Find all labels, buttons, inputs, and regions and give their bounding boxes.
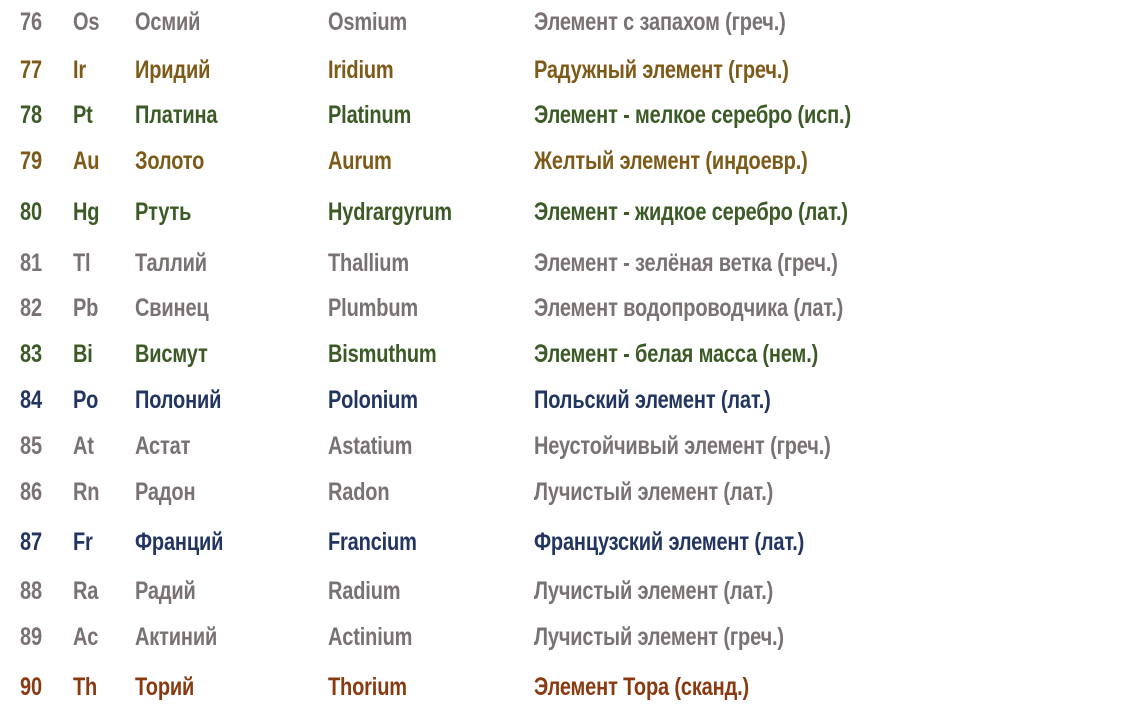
- latin-name: Astatium: [328, 432, 413, 460]
- name-meaning: Элемент - зелёная ветка (греч.): [534, 249, 838, 277]
- table-row: 81 Tl Таллий Thallium Элемент - зелёная ветк…: [0, 243, 1140, 283]
- element-number: 79: [20, 147, 42, 175]
- element-symbol: Tl: [73, 249, 91, 277]
- latin-name: Radon: [328, 478, 390, 506]
- element-number: 85: [20, 432, 42, 460]
- table-row: 78 Pt Платина Platinum Элемент - мелкое сере…: [0, 95, 1140, 135]
- name-meaning: Элемент Тора (сканд.): [534, 673, 749, 701]
- element-symbol: Au: [73, 147, 100, 175]
- element-number: 81: [20, 249, 42, 277]
- name-meaning: Элемент - жидкое серебро (лат.): [534, 198, 848, 226]
- element-symbol: Ac: [73, 623, 99, 651]
- element-symbol: Os: [73, 8, 100, 36]
- name-meaning: Элемент - мелкое серебро (исп.): [534, 101, 851, 129]
- element-number: 83: [20, 340, 42, 368]
- name-meaning: Польский элемент (лат.): [534, 386, 771, 414]
- name-meaning: Французский элемент (лат.): [534, 528, 805, 556]
- latin-name: Osmium: [328, 8, 408, 36]
- russian-name: Астат: [135, 432, 191, 460]
- element-number: 87: [20, 528, 42, 556]
- russian-name: Актиний: [135, 623, 218, 651]
- element-symbol: Po: [73, 386, 99, 414]
- element-number: 80: [20, 198, 42, 226]
- latin-name: Iridium: [328, 56, 394, 84]
- russian-name: Осмий: [135, 8, 201, 36]
- element-symbol: Ra: [73, 577, 99, 605]
- latin-name: Francium: [328, 528, 417, 556]
- element-symbol: Pt: [73, 101, 93, 129]
- table-row: 82 Pb Свинец Plumbum Элемент водопроводчика …: [0, 288, 1140, 328]
- name-meaning: Неустойчивый элемент (греч.): [534, 432, 831, 460]
- russian-name: Франций: [135, 528, 224, 556]
- element-symbol: Hg: [73, 198, 100, 226]
- table-row: 79 Au Золото Aurum Желтый элемент (индоевр.): [0, 141, 1140, 181]
- latin-name: Polonium: [328, 386, 418, 414]
- element-number: 82: [20, 294, 42, 322]
- element-number: 77: [20, 56, 42, 84]
- table-row: 87 Fr Франций Francium Французский элемент (…: [0, 522, 1140, 562]
- element-symbol: At: [73, 432, 94, 460]
- name-meaning: Лучистый элемент (лат.): [534, 577, 774, 605]
- russian-name: Торий: [135, 673, 195, 701]
- name-meaning: Элемент водопроводчика (лат.): [534, 294, 844, 322]
- russian-name: Свинец: [135, 294, 209, 322]
- element-number: 88: [20, 577, 42, 605]
- element-number: 86: [20, 478, 42, 506]
- element-symbol: Rn: [73, 478, 100, 506]
- name-meaning: Радужный элемент (греч.): [534, 56, 789, 84]
- name-meaning: Желтый элемент (индоевр.): [534, 147, 808, 175]
- russian-name: Таллий: [135, 249, 207, 277]
- table-row: 90 Th Торий Thorium Элемент Тора (сканд.): [0, 667, 1140, 707]
- russian-name: Золото: [135, 147, 205, 175]
- latin-name: Actinium: [328, 623, 413, 651]
- russian-name: Радон: [135, 478, 196, 506]
- russian-name: Платина: [135, 101, 218, 129]
- russian-name: Радий: [135, 577, 196, 605]
- russian-name: Полоний: [135, 386, 222, 414]
- element-symbol: Bi: [73, 340, 93, 368]
- name-meaning: Элемент - белая масса (нем.): [534, 340, 819, 368]
- element-number: 89: [20, 623, 42, 651]
- element-symbol: Pb: [73, 294, 99, 322]
- element-number: 78: [20, 101, 42, 129]
- element-symbol: Fr: [73, 528, 93, 556]
- element-number: 90: [20, 673, 42, 701]
- russian-name: Ртуть: [135, 198, 192, 226]
- latin-name: Bismuthum: [328, 340, 437, 368]
- name-meaning: Лучистый элемент (греч.): [534, 623, 784, 651]
- latin-name: Platinum: [328, 101, 412, 129]
- name-meaning: Элемент с запахом (греч.): [534, 8, 786, 36]
- table-row: 89 Ac Актиний Actinium Лучистый элемент (гре…: [0, 617, 1140, 657]
- latin-name: Thorium: [328, 673, 407, 701]
- table-row: 83 Bi Висмут Bismuthum Элемент - белая масса…: [0, 334, 1140, 374]
- element-number: 84: [20, 386, 42, 414]
- latin-name: Thallium: [328, 249, 409, 277]
- latin-name: Plumbum: [328, 294, 418, 322]
- table-row: 86 Rn Радон Radon Лучистый элемент (лат.): [0, 472, 1140, 512]
- element-number: 76: [20, 8, 42, 36]
- table-row: 88 Ra Радий Radium Лучистый элемент (лат.): [0, 571, 1140, 611]
- latin-name: Hydrargyrum: [328, 198, 452, 226]
- name-meaning: Лучистый элемент (лат.): [534, 478, 774, 506]
- russian-name: Висмут: [135, 340, 208, 368]
- latin-name: Radium: [328, 577, 401, 605]
- table-row: 80 Hg Ртуть Hydrargyrum Элемент - жидкое сер…: [0, 192, 1140, 232]
- table-row: 77 Ir Иридий Iridium Радужный элемент (греч.…: [0, 50, 1140, 90]
- table-row: 85 At Астат Astatium Неустойчивый элемент (г…: [0, 426, 1140, 466]
- latin-name: Aurum: [328, 147, 392, 175]
- element-symbol: Th: [73, 673, 98, 701]
- russian-name: Иридий: [135, 56, 211, 84]
- element-symbol: Ir: [73, 56, 87, 84]
- table-row: 84 Po Полоний Polonium Польский элемент (лат…: [0, 380, 1140, 420]
- table-row: 76 Os Осмий Osmium Элемент с запахом (греч.): [0, 2, 1140, 42]
